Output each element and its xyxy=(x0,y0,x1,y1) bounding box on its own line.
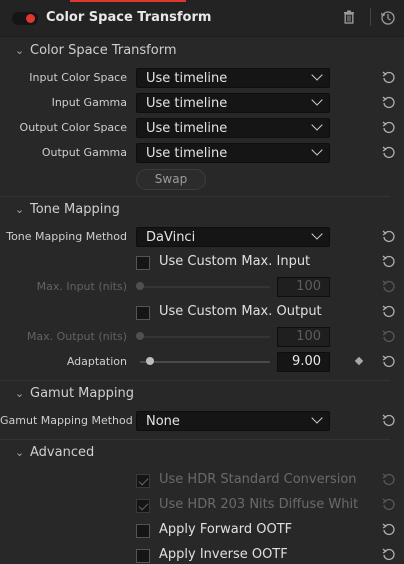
reset-icon xyxy=(382,330,396,344)
max-output-label: Max. Output (nits) xyxy=(26,330,127,343)
adaptation-slider[interactable] xyxy=(140,361,270,363)
chevron-down-icon[interactable]: ⌄ xyxy=(15,446,24,459)
max-input-field: 100 xyxy=(277,277,330,297)
input-gamma-label: Input Gamma xyxy=(51,96,127,109)
custom-max-output-checkbox[interactable] xyxy=(136,306,150,320)
max-input-slider xyxy=(140,286,270,288)
section-divider xyxy=(0,380,390,381)
forward-ootf-label: Apply Forward OOTF xyxy=(159,522,293,537)
chevron-down-icon[interactable]: ⌄ xyxy=(15,203,24,216)
reset-icon[interactable] xyxy=(382,121,396,135)
custom-max-input-checkbox[interactable] xyxy=(136,256,150,270)
header-divider xyxy=(370,8,371,26)
output-gamma-dropdown[interactable]: Use timeline xyxy=(136,143,330,163)
hdr-203-label: Use HDR 203 Nits Diffuse Whit xyxy=(159,497,359,512)
active-indicator xyxy=(70,0,186,2)
gamut-method-dropdown[interactable]: None xyxy=(136,411,330,431)
reset-icon[interactable] xyxy=(382,548,396,562)
chevron-down-icon xyxy=(311,119,323,131)
max-input-label: Max. Input (nits) xyxy=(36,280,127,293)
tone-method-label: Tone Mapping Method xyxy=(6,230,127,243)
checkmark-icon xyxy=(138,500,149,511)
keyframe-diamond-icon[interactable] xyxy=(354,356,364,366)
section-title-cst[interactable]: Color Space Transform xyxy=(30,43,177,58)
inverse-ootf-label: Apply Inverse OOTF xyxy=(159,547,288,562)
reset-icon[interactable] xyxy=(382,146,396,160)
reset-icon[interactable] xyxy=(382,523,396,537)
chevron-down-icon xyxy=(311,144,323,156)
output-gamma-label: Output Gamma xyxy=(41,146,127,159)
chevron-down-icon xyxy=(311,228,323,240)
chevron-down-icon xyxy=(311,412,323,424)
output-color-space-dropdown[interactable]: Use timeline xyxy=(136,118,330,138)
tone-method-dropdown[interactable]: DaVinci xyxy=(136,227,330,247)
input-color-space-label: Input Color Space xyxy=(29,71,127,84)
max-input-slider-knob xyxy=(136,282,144,290)
reset-icon xyxy=(382,498,396,512)
reset-icon[interactable] xyxy=(382,71,396,85)
custom-max-input-label: Use Custom Max. Input xyxy=(159,254,311,269)
section-title-advanced[interactable]: Advanced xyxy=(30,445,94,460)
history-icon[interactable] xyxy=(380,10,396,29)
reset-icon[interactable] xyxy=(382,96,396,110)
output-color-space-label: Output Color Space xyxy=(19,121,127,134)
input-gamma-dropdown[interactable]: Use timeline xyxy=(136,93,330,113)
adaptation-slider-knob[interactable] xyxy=(146,357,154,365)
chevron-down-icon[interactable]: ⌄ xyxy=(15,387,24,400)
max-output-field: 100 xyxy=(277,327,330,347)
enable-toggle[interactable] xyxy=(12,12,38,25)
section-title-gamut[interactable]: Gamut Mapping xyxy=(30,386,134,401)
reset-icon[interactable] xyxy=(382,255,396,269)
reset-icon xyxy=(382,280,396,294)
section-divider xyxy=(0,439,390,440)
adaptation-field[interactable]: 9.00 xyxy=(277,352,330,372)
chevron-down-icon xyxy=(311,94,323,106)
input-color-space-dropdown[interactable]: Use timeline xyxy=(136,68,330,88)
inverse-ootf-checkbox[interactable] xyxy=(136,549,150,563)
gamut-method-label: Gamut Mapping Method xyxy=(0,414,133,427)
enable-dot xyxy=(26,14,35,23)
hdr-standard-label: Use HDR Standard Conversion xyxy=(159,472,357,487)
chevron-down-icon xyxy=(311,69,323,81)
reset-icon[interactable] xyxy=(382,305,396,319)
swap-button[interactable]: Swap xyxy=(136,169,206,190)
section-divider xyxy=(0,196,390,197)
adaptation-label: Adaptation xyxy=(66,355,127,368)
chevron-down-icon[interactable]: ⌄ xyxy=(15,44,24,57)
reset-icon[interactable] xyxy=(382,414,396,428)
forward-ootf-checkbox[interactable] xyxy=(136,524,150,538)
checkmark-icon xyxy=(138,475,149,486)
reset-icon xyxy=(382,473,396,487)
max-output-slider-knob xyxy=(136,332,144,340)
panel-title: Color Space Transform xyxy=(46,10,212,25)
section-title-tone[interactable]: Tone Mapping xyxy=(30,202,120,217)
custom-max-output-label: Use Custom Max. Output xyxy=(159,304,322,319)
max-output-slider xyxy=(140,336,270,338)
hdr-203-checkbox xyxy=(136,499,150,513)
trash-icon[interactable] xyxy=(343,10,355,27)
reset-icon[interactable] xyxy=(382,355,396,369)
reset-icon[interactable] xyxy=(382,230,396,244)
hdr-standard-checkbox xyxy=(136,474,150,488)
